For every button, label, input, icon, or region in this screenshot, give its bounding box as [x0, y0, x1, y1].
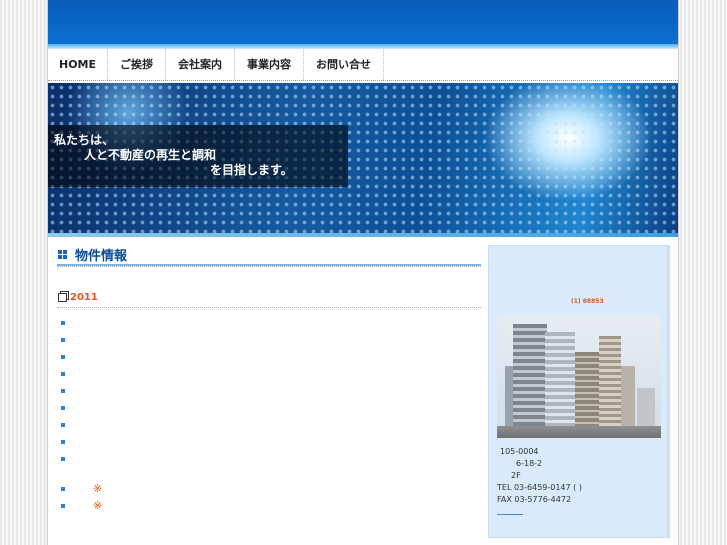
copy-icon — [58, 292, 67, 302]
bullet-icon — [61, 422, 65, 427]
nav-business[interactable]: 事業内容 — [235, 49, 305, 80]
bullet-icon — [61, 320, 65, 325]
list-item[interactable] — [57, 399, 481, 416]
hero-slogan: 私たちは、 人と不動産の再生と調和 を目指します。 — [54, 133, 293, 178]
bullet-icon — [61, 354, 65, 359]
grid-icon — [58, 249, 67, 259]
address-zip: 105-0004 — [500, 447, 539, 456]
global-nav: HOME ご挨拶 会社案内 事業内容 お問い合せ — [48, 49, 678, 81]
address-street: 6-18-2 — [516, 459, 543, 468]
nav-home[interactable]: HOME — [48, 49, 109, 80]
list-item[interactable] — [57, 365, 481, 382]
nav-greeting[interactable]: ご挨拶 — [108, 49, 167, 80]
bullet-icon — [61, 486, 65, 491]
hero-banner: 私たちは、 人と不動産の再生と調和 を目指します。 — [48, 83, 678, 233]
bullet-icon — [61, 405, 65, 410]
list-item[interactable] — [57, 433, 481, 450]
property-list: ※ ※ — [57, 314, 481, 514]
list-item[interactable] — [57, 382, 481, 399]
section-divider — [57, 266, 481, 267]
nav-contact[interactable]: お問い合せ — [304, 49, 385, 80]
slogan-line-3: を目指します。 — [210, 163, 293, 177]
nav-company[interactable]: 会社案内 — [166, 49, 236, 80]
page: HOME ご挨拶 会社案内 事業内容 お問い合せ 私たちは、 人と不動産の再生と… — [47, 0, 679, 545]
list-item[interactable] — [57, 416, 481, 433]
sidebar-caption: (1) 88853 — [571, 298, 604, 305]
section-title-text: 物件情報 — [75, 248, 128, 264]
bullet-icon — [61, 456, 65, 461]
list-item[interactable]: ※ — [57, 497, 481, 514]
section-title: 物件情報 — [57, 244, 481, 266]
road — [497, 426, 661, 438]
address-floor: 2F — [511, 471, 521, 480]
hero-bottom-line — [48, 233, 678, 237]
bullet-icon — [61, 388, 65, 393]
address-tel: TEL 03-6459-0147 ( ) — [497, 483, 582, 492]
address-block: 105-0004 6-18-2 2F TEL 03-6459-0147 ( ) … — [497, 446, 582, 506]
list-item[interactable] — [57, 450, 481, 467]
year-divider — [57, 307, 481, 308]
map-link[interactable] — [497, 514, 523, 515]
note-mark: ※ — [93, 499, 103, 512]
list-item[interactable]: ※ — [57, 480, 481, 497]
bullet-icon — [61, 503, 65, 508]
bullet-icon — [61, 439, 65, 444]
header-bar — [48, 0, 678, 44]
bullet-icon — [61, 337, 65, 342]
building-photo — [497, 316, 661, 438]
address-fax: FAX 03-5776-4472 — [497, 495, 572, 504]
main-content: 物件情報 2011 ※ ※ — [57, 244, 481, 514]
year-heading: 2011 — [57, 287, 481, 307]
slogan-line-1: 私たちは、 — [54, 133, 115, 147]
year-label: 2011 — [70, 291, 98, 303]
slogan-line-2: 人と不動産の再生と調和 — [84, 148, 217, 162]
bullet-icon — [61, 371, 65, 376]
list-item[interactable] — [57, 348, 481, 365]
list-item[interactable] — [57, 314, 481, 331]
note-mark: ※ — [93, 482, 103, 495]
list-item[interactable] — [57, 331, 481, 348]
sidebar: (1) 88853 105-0004 6-18-2 2F TEL 03-6459… — [488, 245, 670, 538]
